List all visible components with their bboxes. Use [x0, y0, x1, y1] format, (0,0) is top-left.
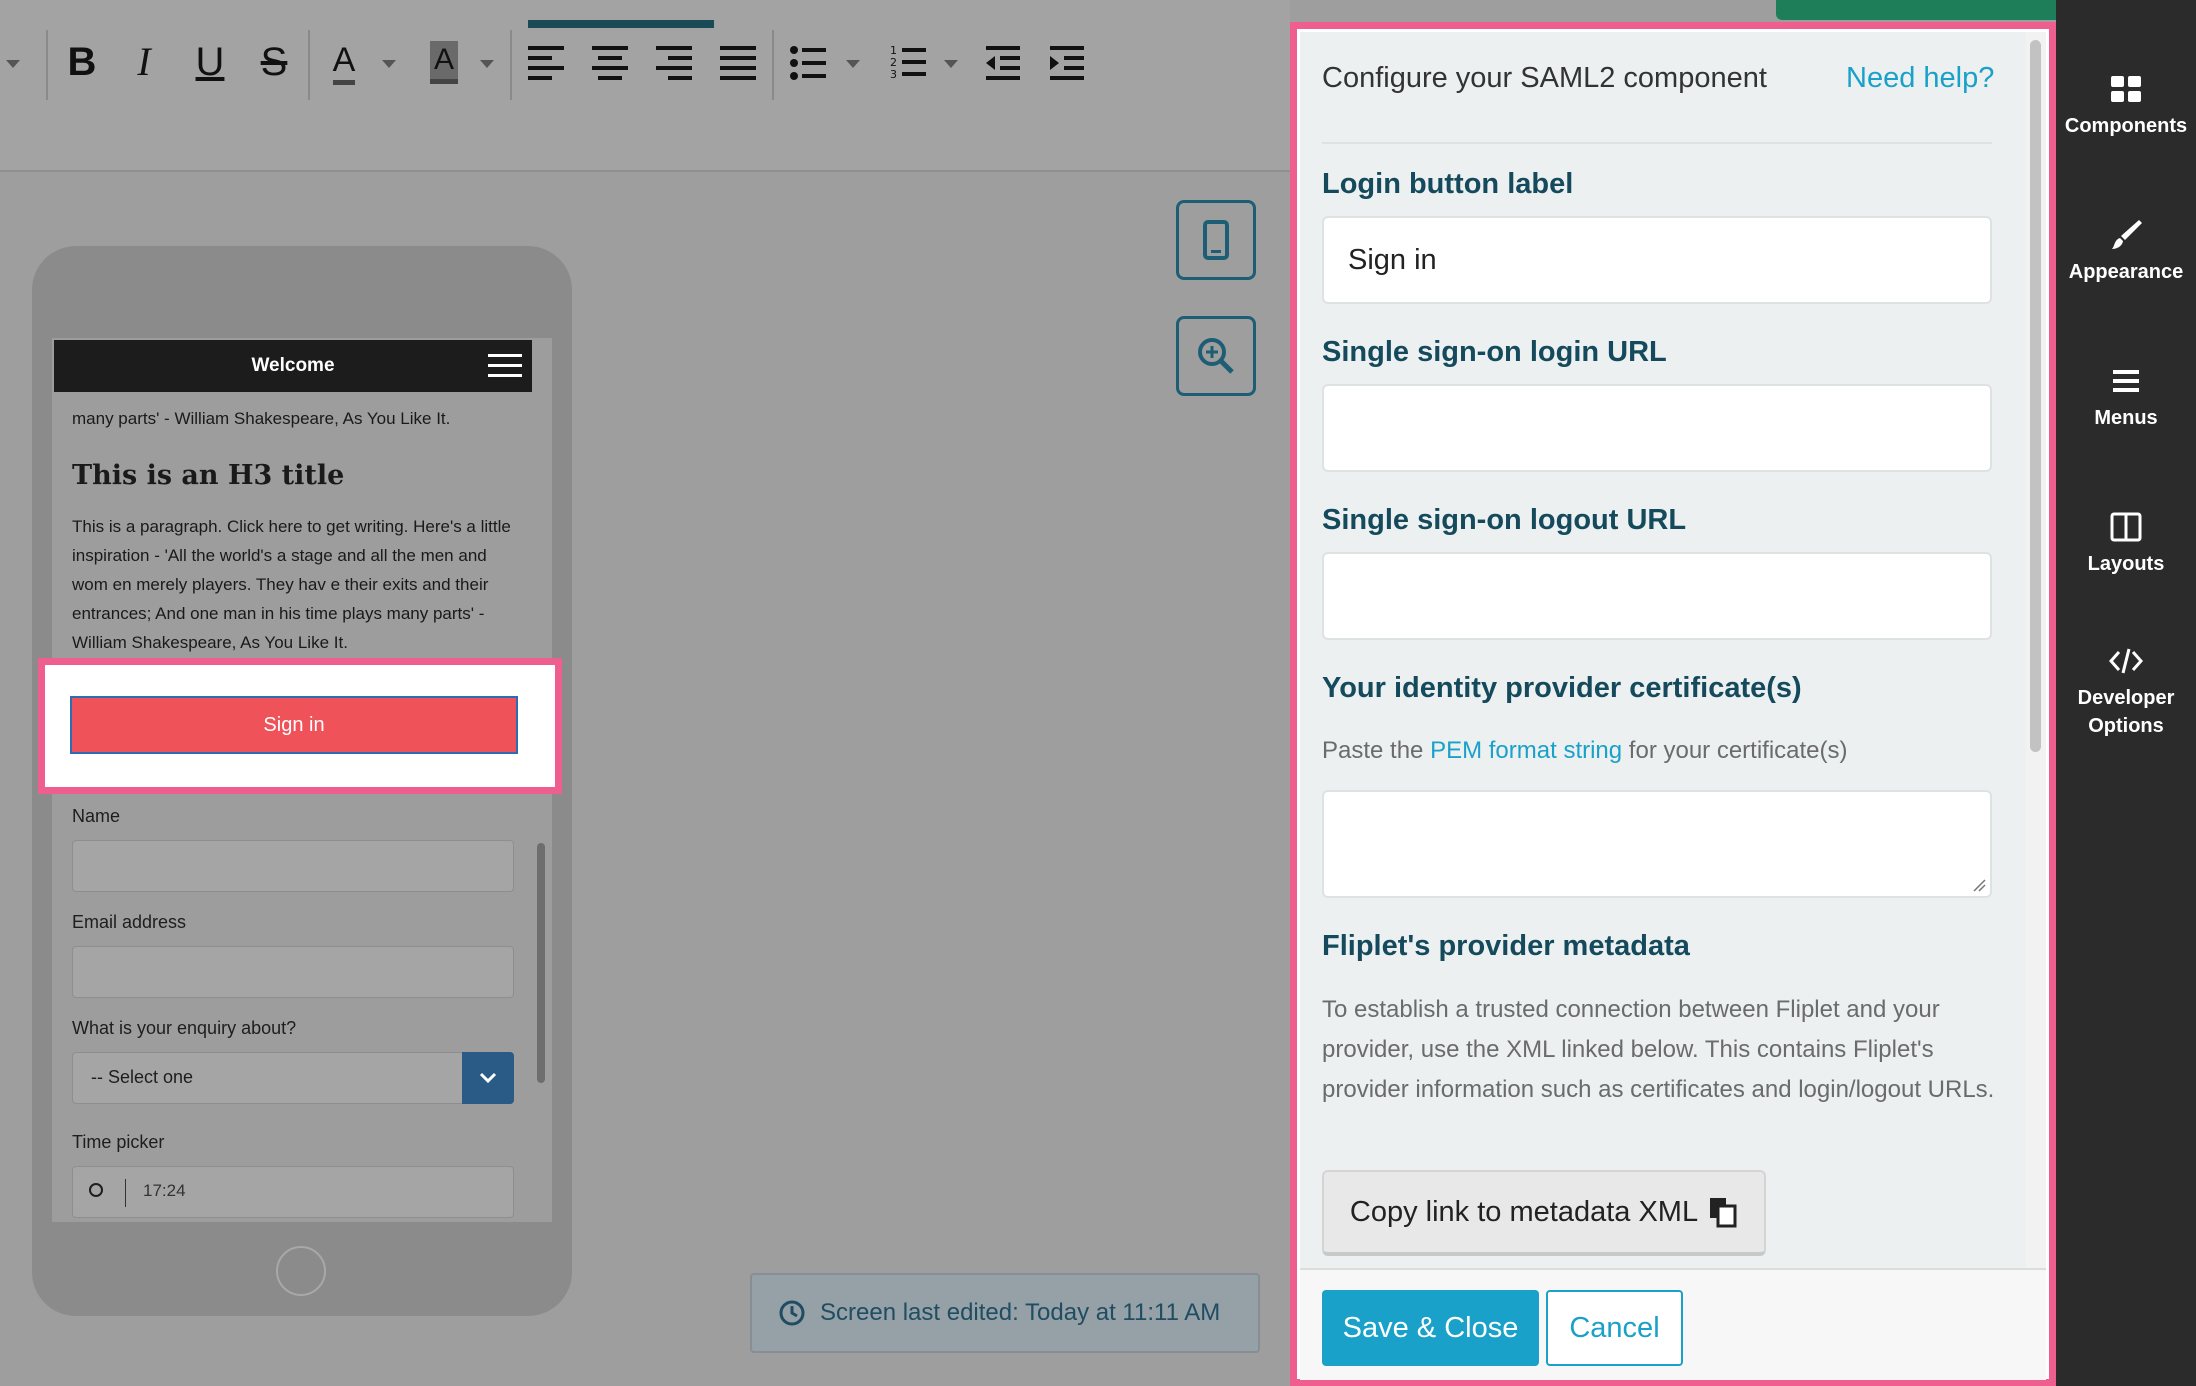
login-label-value: Sign in: [1348, 244, 1437, 276]
phone-header: Welcome: [54, 340, 532, 392]
sidebar-item-label: Menus: [2094, 407, 2158, 429]
sidebar-item-label: Appearance: [2068, 261, 2184, 283]
status-text: Screen last edited: Today at 11:11 AM: [820, 1299, 1221, 1326]
sidebar-item-label: Components: [2064, 115, 2188, 137]
time-label: Time picker: [72, 1132, 165, 1152]
name-label: Name: [72, 806, 121, 826]
select-value: -- Select one: [91, 1067, 194, 1087]
time-value: 17:24: [143, 1181, 186, 1200]
certificate-textarea[interactable]: [1322, 790, 1992, 898]
cancel-button[interactable]: Cancel: [1546, 1290, 1683, 1366]
sidebar-item-appearance[interactable]: Appearance: [2056, 218, 2196, 286]
copy-metadata-button[interactable]: Copy link to metadata XML: [1322, 1170, 1766, 1256]
chevron-down-icon[interactable]: [382, 60, 396, 68]
layout-icon: [2110, 512, 2142, 542]
name-input[interactable]: [72, 840, 514, 892]
sidebar-item-developer-options[interactable]: Developer Options: [2056, 644, 2196, 740]
clock-icon: [779, 1300, 805, 1326]
input-divider: [125, 1179, 126, 1207]
grid-icon: [2111, 76, 2141, 102]
panel-scrollbar[interactable]: [2030, 40, 2041, 752]
sidebar-item-menus[interactable]: Menus: [2056, 364, 2196, 432]
text-color-icon[interactable]: A: [324, 38, 364, 86]
chevron-down-icon[interactable]: [944, 60, 958, 68]
sidebar-item-label: Layouts: [2087, 553, 2165, 575]
outdent-icon[interactable]: [986, 46, 1020, 80]
sidebar-item-label: Developer Options: [2077, 687, 2175, 737]
code-icon: [2109, 648, 2143, 674]
chevron-down-icon[interactable]: [480, 60, 494, 68]
sso-login-title: Single sign-on login URL: [1322, 336, 1667, 368]
enquiry-select[interactable]: -- Select one: [72, 1052, 514, 1104]
phone-icon: [1203, 220, 1229, 260]
zoom-button[interactable]: [1176, 316, 1256, 396]
zoom-in-icon: [1198, 338, 1234, 374]
panel-title: Configure your SAML2 component: [1322, 62, 1767, 94]
active-tab-indicator: [528, 20, 714, 28]
underline-icon[interactable]: U: [190, 38, 230, 86]
chevron-down-icon[interactable]: [846, 60, 860, 68]
align-left-icon[interactable]: [528, 46, 564, 80]
metadata-description: To establish a trusted connection betwee…: [1322, 996, 1995, 1103]
bullet-list-icon[interactable]: [790, 46, 826, 80]
sso-logout-title: Single sign-on logout URL: [1322, 504, 1687, 536]
h3-title: This is an H3 title: [72, 460, 345, 491]
enquiry-label: What is your enquiry about?: [72, 1018, 297, 1038]
toolbar-separator: [308, 30, 310, 100]
sso-login-input[interactable]: [1322, 384, 1992, 472]
signin-button[interactable]: Sign in: [70, 696, 518, 754]
chevron-down-icon[interactable]: [462, 1052, 514, 1104]
resize-handle-icon[interactable]: [1970, 876, 1986, 892]
toolbar-separator: [772, 30, 774, 100]
sidebar-item-layouts[interactable]: Layouts: [2056, 510, 2196, 578]
save-close-button[interactable]: Save & Close: [1322, 1290, 1539, 1366]
clock-icon: [89, 1183, 103, 1197]
brush-icon: [2112, 220, 2142, 249]
email-input[interactable]: [72, 946, 514, 998]
highlight-color-icon[interactable]: A: [424, 38, 464, 86]
header-title: Welcome: [251, 355, 335, 376]
paragraph-text: This is a paragraph. Click here to get w…: [72, 517, 511, 652]
bold-icon[interactable]: B: [62, 38, 102, 86]
toolbar-separator: [510, 30, 512, 100]
certificate-title: Your identity provider certificate(s): [1322, 672, 1802, 704]
help-link[interactable]: Need help?: [1846, 62, 1994, 95]
certificate-help: Paste the PEM format string for your cer…: [1322, 731, 1848, 771]
title-divider: [1322, 142, 1992, 144]
toolbar-separator: [46, 30, 48, 100]
strikethrough-icon[interactable]: S: [254, 38, 294, 86]
chevron-down-icon[interactable]: [6, 60, 20, 68]
time-picker-input[interactable]: 17:24: [72, 1166, 514, 1218]
intro-text: many parts' - William Shakespeare, As Yo…: [72, 409, 451, 428]
hamburger-menu-icon[interactable]: [488, 354, 522, 378]
align-center-icon[interactable]: [592, 46, 628, 80]
phone-home-button: [276, 1246, 326, 1296]
status-bar: Screen last edited: Today at 11:11 AM: [750, 1273, 1260, 1353]
numbered-list-icon[interactable]: 123: [890, 44, 926, 80]
login-label-input[interactable]: Sign in: [1322, 216, 1992, 304]
hamburger-icon: [2113, 370, 2139, 392]
indent-icon[interactable]: [1050, 46, 1084, 80]
svg-text:3: 3: [890, 68, 897, 80]
login-label-title: Login button label: [1322, 168, 1574, 200]
email-label: Email address: [72, 912, 187, 932]
certificate-help-suffix: for your certificate(s): [1628, 737, 1848, 764]
align-justify-icon[interactable]: [720, 46, 756, 80]
phone-scrollbar[interactable]: [537, 843, 545, 1083]
sidebar-item-components[interactable]: Components: [2056, 72, 2196, 140]
copy-button-label: Copy link to metadata XML: [1349, 1195, 1699, 1228]
italic-icon[interactable]: I: [124, 38, 164, 86]
pem-format-link[interactable]: PEM format string: [1430, 737, 1622, 764]
metadata-title: Fliplet's provider metadata: [1322, 930, 1690, 962]
device-preview-button[interactable]: [1176, 200, 1256, 280]
copy-icon: [1710, 1198, 1737, 1228]
certificate-help-prefix: Paste the: [1322, 737, 1424, 764]
sso-logout-input[interactable]: [1322, 552, 1992, 640]
align-right-icon[interactable]: [656, 46, 692, 80]
